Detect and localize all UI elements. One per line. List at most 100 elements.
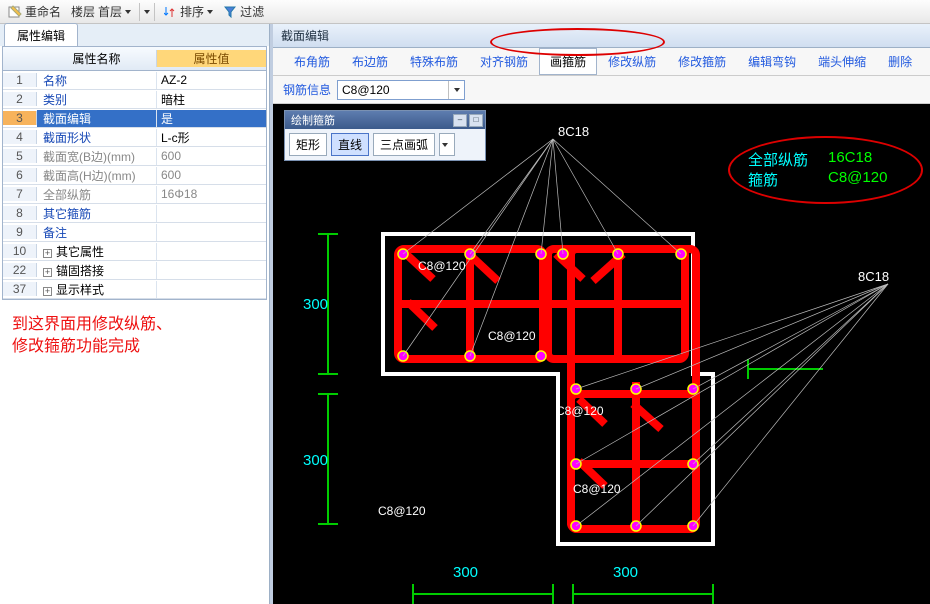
row-value[interactable]: 600 [157, 168, 266, 182]
header-value: 属性值 [157, 50, 266, 67]
rename-btn[interactable]: 重命名 [4, 1, 65, 22]
section-tab[interactable]: 修改箍筋 [667, 48, 737, 75]
row-index: 22 [3, 263, 37, 277]
dim-v1: 300 [303, 296, 328, 313]
row-index: 5 [3, 149, 37, 163]
section-canvas[interactable]: 8C18 8C18 C8@120 C8@120 C8@120 C8@120 C8… [273, 104, 930, 604]
row-name: 截面编辑 [37, 110, 157, 127]
draw-mode-btn[interactable]: 三点画弧 [373, 133, 435, 156]
property-row[interactable]: 8其它箍筋 [3, 204, 266, 223]
stirrup-label-3: C8@120 [556, 404, 604, 418]
row-value[interactable]: 暗柱 [157, 91, 266, 108]
rename-label: 重命名 [25, 3, 61, 20]
property-row[interactable]: 6截面高(H边)(mm)600 [3, 166, 266, 185]
expand-icon[interactable]: + [43, 268, 52, 277]
row-value[interactable]: L-c形 [157, 129, 266, 146]
property-row[interactable]: 1名称AZ-2 [3, 71, 266, 90]
row-name: 类别 [37, 91, 157, 108]
panel-minimize-icon[interactable]: – [453, 114, 467, 127]
property-row[interactable]: 2类别暗柱 [3, 90, 266, 109]
property-row[interactable]: 4截面形状L-c形 [3, 128, 266, 147]
stirrup-label-2: C8@120 [488, 329, 536, 343]
property-row[interactable]: 37+显示样式 [3, 280, 266, 299]
row-index: 1 [3, 73, 37, 87]
row-name: 全部纵筋 [37, 186, 157, 203]
chevron-down-icon [207, 10, 213, 14]
header-name: 属性名称 [37, 50, 157, 67]
floor-selector[interactable]: 楼层 首层 [67, 1, 135, 22]
row-name: 备注 [37, 224, 157, 241]
filter-btn[interactable]: 过滤 [219, 1, 268, 22]
section-tab[interactable]: 特殊布筋 [399, 48, 469, 75]
property-row[interactable]: 5截面宽(B边)(mm)600 [3, 147, 266, 166]
chevron-down-icon[interactable] [439, 133, 455, 156]
bar-group-right-label: 8C18 [858, 269, 889, 284]
row-index: 3 [3, 111, 37, 125]
toolbar-separator [139, 3, 140, 21]
row-name: 截面宽(B边)(mm) [37, 148, 157, 165]
section-tab[interactable]: 端头伸缩 [807, 48, 877, 75]
dim-h2: 300 [613, 564, 638, 581]
property-pane: 属性编辑 属性名称 属性值 1名称AZ-22类别暗柱3截面编辑是4截面形状L-c… [0, 24, 270, 604]
row-name: 截面高(H边)(mm) [37, 167, 157, 184]
sort-label: 排序 [180, 3, 204, 20]
row-index: 10 [3, 244, 37, 258]
row-value[interactable]: 是 [157, 110, 266, 127]
draw-panel-body: 矩形直线三点画弧 [285, 129, 485, 160]
row-name: +显示样式 [37, 281, 157, 298]
draw-stirrup-panel: 绘制箍筋 – □ 矩形直线三点画弧 [284, 110, 486, 161]
row-index: 8 [3, 206, 37, 220]
row-index: 2 [3, 92, 37, 106]
sort-icon [163, 5, 177, 19]
property-grid: 属性名称 属性值 1名称AZ-22类别暗柱3截面编辑是4截面形状L-c形5截面宽… [2, 46, 267, 300]
draw-panel-title: 绘制箍筋 [291, 112, 335, 128]
chevron-down-icon [125, 10, 131, 14]
section-tab[interactable]: 删除 [877, 48, 923, 75]
row-index: 4 [3, 130, 37, 144]
sort-btn[interactable]: 排序 [159, 1, 217, 22]
property-row[interactable]: 10+其它属性 [3, 242, 266, 261]
expand-icon[interactable]: + [43, 287, 52, 296]
row-index: 7 [3, 187, 37, 201]
bar-group-top-label: 8C18 [558, 124, 589, 139]
annotation-ellipse-tabs [490, 28, 665, 56]
chevron-down-icon[interactable] [448, 81, 464, 99]
section-tab[interactable]: 布角筋 [283, 48, 341, 75]
row-name: +锚固搭接 [37, 262, 157, 279]
draw-mode-btn[interactable]: 直线 [331, 133, 369, 156]
property-tab[interactable]: 属性编辑 [4, 23, 78, 46]
section-tab[interactable]: 布边筋 [341, 48, 399, 75]
row-name: 名称 [37, 72, 157, 89]
draw-panel-header[interactable]: 绘制箍筋 – □ [285, 111, 485, 129]
rebar-info-label: 钢筋信息 [283, 81, 331, 98]
row-index: 9 [3, 225, 37, 239]
rename-icon [8, 5, 22, 19]
draw-mode-btn[interactable]: 矩形 [289, 133, 327, 156]
floor-label: 楼层 [71, 3, 95, 20]
row-value[interactable]: AZ-2 [157, 73, 266, 87]
property-grid-header: 属性名称 属性值 [3, 47, 266, 71]
filter-label: 过滤 [240, 3, 264, 20]
stirrup-label-4: C8@120 [573, 482, 621, 496]
property-row[interactable]: 22+锚固搭接 [3, 261, 266, 280]
rebar-info-input[interactable] [338, 81, 448, 99]
chevron-down-icon[interactable] [144, 10, 150, 14]
stirrup-label-1: C8@120 [418, 259, 466, 273]
main-toolbar: 重命名 楼层 首层 排序 过滤 [0, 0, 930, 24]
annotation-ellipse-legend [728, 136, 923, 204]
dim-h1: 300 [453, 564, 478, 581]
property-row[interactable]: 9备注 [3, 223, 266, 242]
annotation-hint: 到这界面用修改纵筋、修改箍筋功能完成 [0, 300, 269, 372]
expand-icon[interactable]: + [43, 249, 52, 258]
property-row[interactable]: 7全部纵筋16Φ18 [3, 185, 266, 204]
rebar-info-combo[interactable] [337, 80, 465, 100]
row-name: +其它属性 [37, 243, 157, 260]
dim-v2: 300 [303, 452, 328, 469]
section-tab[interactable]: 编辑弯钩 [737, 48, 807, 75]
row-value[interactable]: 600 [157, 149, 266, 163]
property-tabbar: 属性编辑 [0, 24, 269, 46]
row-value[interactable]: 16Φ18 [157, 187, 266, 201]
panel-maximize-icon[interactable]: □ [469, 114, 483, 127]
property-row[interactable]: 3截面编辑是 [3, 109, 266, 128]
row-name: 截面形状 [37, 129, 157, 146]
